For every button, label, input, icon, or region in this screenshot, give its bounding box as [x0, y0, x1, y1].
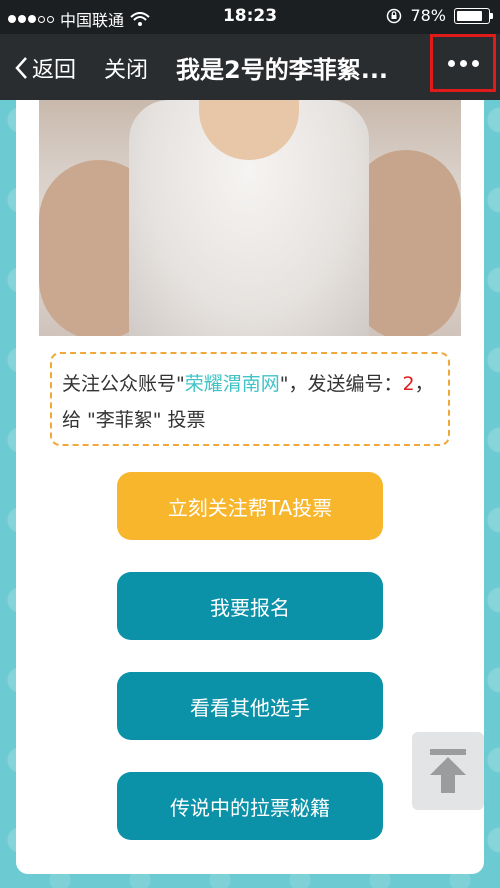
more-button[interactable] [430, 34, 496, 92]
status-bar: 中国联通 18:23 78% [0, 0, 500, 34]
battery-percent: 78% [410, 6, 446, 25]
notice-middle: "，发送编号： [279, 373, 403, 395]
nav-bar: 返回 关闭 我是2号的李菲絮... [0, 34, 500, 100]
rotation-lock-icon [387, 8, 402, 23]
signup-button[interactable]: 我要报名 [117, 572, 383, 640]
status-right: 78% [386, 6, 493, 25]
more-dots-icon [447, 59, 455, 67]
page-title: 我是2号的李菲絮... [176, 56, 389, 84]
battery-icon [454, 7, 493, 24]
contestant-photo [39, 100, 461, 336]
arrow-up-to-top-icon [430, 749, 466, 793]
voting-tips-button[interactable]: 传说中的拉票秘籍 [117, 772, 383, 840]
contestant-number: 2 [402, 373, 415, 395]
back-label: 返回 [32, 58, 77, 83]
notice-prefix: 关注公众账号" [62, 373, 185, 395]
other-contestants-button[interactable]: 看看其他选手 [117, 672, 383, 740]
scroll-to-top-button[interactable] [412, 732, 484, 810]
back-button[interactable]: 返回 [14, 52, 76, 84]
chevron-left-icon [15, 57, 27, 79]
follow-vote-button[interactable]: 立刻关注帮TA投票 [117, 472, 383, 540]
vote-instructions: 关注公众账号"荣耀渭南网"，发送编号：2，给 "李菲絮" 投票 [50, 352, 450, 446]
close-button[interactable]: 关闭 [104, 52, 148, 84]
account-link[interactable]: 荣耀渭南网 [185, 373, 280, 395]
